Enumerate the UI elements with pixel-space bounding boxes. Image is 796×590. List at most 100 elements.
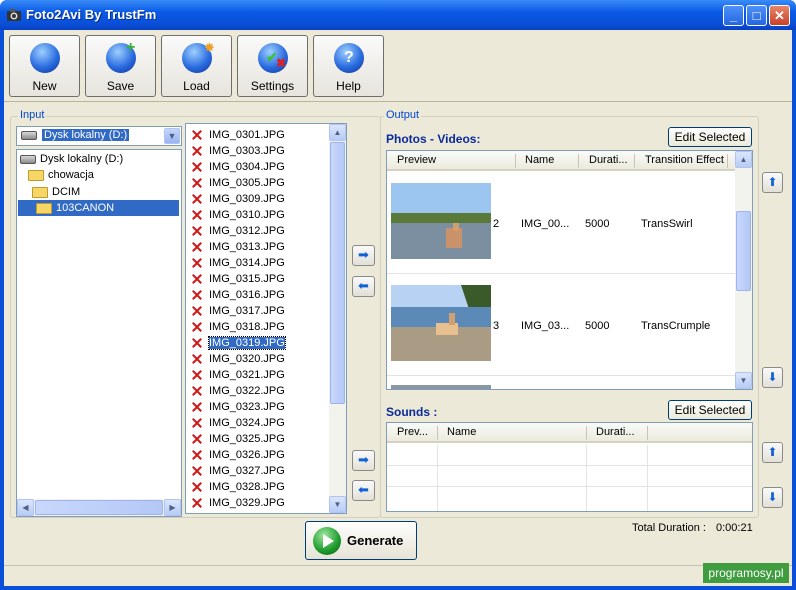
file-item[interactable]: IMG_0312.JPG <box>190 223 285 239</box>
window-title: Foto2Avi By TrustFm <box>26 7 157 22</box>
col-transition[interactable]: Transition Effect <box>645 154 724 166</box>
total-duration-label: Total Duration : <box>632 522 706 534</box>
add-photo-button[interactable]: ➡ <box>352 245 375 266</box>
generate-button[interactable]: Generate <box>305 521 417 560</box>
tree-item-drive[interactable]: Dysk lokalny (D:) <box>20 151 123 167</box>
file-item[interactable]: IMG_0309.JPG <box>190 191 285 207</box>
load-button[interactable]: ✸ Load <box>161 35 232 97</box>
file-item[interactable]: IMG_0320.JPG <box>190 351 285 367</box>
save-button[interactable]: + Save <box>85 35 156 97</box>
file-item[interactable]: IMG_0318.JPG <box>190 319 285 335</box>
remove-sound-button[interactable]: ⬅ <box>352 480 375 501</box>
folder-open-icon <box>36 202 52 214</box>
move-sound-up-button[interactable]: ⬆ <box>762 442 783 463</box>
file-name: IMG_0313.JPG <box>209 241 285 253</box>
file-name: IMG_0314.JPG <box>209 257 285 269</box>
file-list[interactable]: IMG_0301.JPG IMG_0303.JPG IMG_0304.JPG IMG_… <box>185 123 347 514</box>
chevron-down-icon[interactable]: ▼ <box>164 128 180 144</box>
col-duration[interactable]: Durati... <box>596 426 635 438</box>
photo-row[interactable]: 2 IMG_00... 5000 TransSwirl <box>387 173 735 274</box>
edit-selected-photos-button[interactable]: Edit Selected <box>668 127 752 147</box>
file-item[interactable]: IMG_0314.JPG <box>190 255 285 271</box>
remove-photo-button[interactable]: ⬅ <box>352 276 375 297</box>
drive-select[interactable]: Dysk lokalny (D:) ▼ <box>16 126 182 146</box>
tree-item-dcim[interactable]: DCIM <box>32 184 80 200</box>
file-item[interactable]: IMG_0323.JPG <box>190 399 285 415</box>
file-name: IMG_0309.JPG <box>209 193 285 205</box>
maximize-button[interactable]: □ <box>746 5 767 26</box>
scroll-thumb[interactable] <box>330 142 345 404</box>
edit-selected-sounds-button[interactable]: Edit Selected <box>668 400 752 420</box>
col-preview[interactable]: Preview <box>397 154 436 166</box>
photo-row[interactable]: 3 IMG_03... 5000 TransCrumple <box>387 275 735 376</box>
image-file-icon <box>190 400 204 414</box>
file-item[interactable]: IMG_0327.JPG <box>190 463 285 479</box>
new-button[interactable]: New <box>9 35 80 97</box>
move-photo-down-button[interactable]: ⬇ <box>762 367 783 388</box>
scroll-down-icon[interactable]: ▼ <box>735 372 752 389</box>
file-item[interactable]: IMG_0304.JPG <box>190 159 285 175</box>
file-item[interactable]: IMG_0322.JPG <box>190 383 285 399</box>
file-list-scrollbar[interactable]: ▲ ▼ <box>329 124 346 513</box>
folder-tree[interactable]: Dysk lokalny (D:) chowacja DCIM 103CANON… <box>16 149 182 517</box>
photos-grid[interactable]: Preview Name Durati... Transition Effect… <box>386 150 753 390</box>
move-photo-up-button[interactable]: ⬆ <box>762 172 783 193</box>
minimize-button[interactable]: _ <box>723 5 744 26</box>
col-separator <box>634 154 635 168</box>
col-separator <box>727 154 728 168</box>
col-divider <box>437 445 438 511</box>
file-name: IMG_0328.JPG <box>209 481 285 493</box>
file-name: IMG_0319.JPG <box>208 336 286 350</box>
file-item[interactable]: IMG_0325.JPG <box>190 431 285 447</box>
arrow-left-icon: ⬅ <box>358 278 369 293</box>
photo-name: IMG_03... <box>521 320 570 332</box>
col-name[interactable]: Name <box>525 154 554 166</box>
col-preview[interactable]: Prev... <box>397 426 428 438</box>
file-item[interactable]: IMG_0317.JPG <box>190 303 285 319</box>
file-item[interactable]: IMG_0316.JPG <box>190 287 285 303</box>
tree-horizontal-scrollbar[interactable]: ◀ ▶ <box>17 499 181 516</box>
tree-item-103canon[interactable]: 103CANON <box>18 200 179 216</box>
file-name: IMG_0320.JPG <box>209 353 285 365</box>
title-bar[interactable]: Foto2Avi By TrustFm _ □ ✕ <box>0 0 796 30</box>
tree-item-chowacja[interactable]: chowacja <box>28 167 94 183</box>
file-name: IMG_0310.JPG <box>209 209 285 221</box>
file-item[interactable]: IMG_0315.JPG <box>190 271 285 287</box>
col-name[interactable]: Name <box>447 426 476 438</box>
scroll-thumb[interactable] <box>736 211 751 291</box>
sounds-grid[interactable]: Prev... Name Durati... <box>386 422 753 512</box>
file-item[interactable]: IMG_0328.JPG <box>190 479 285 495</box>
scroll-up-icon[interactable]: ▲ <box>329 124 346 141</box>
file-name: IMG_0318.JPG <box>209 321 285 333</box>
file-item[interactable]: IMG_0329.JPG <box>190 495 285 511</box>
image-file-icon <box>190 128 204 142</box>
file-item[interactable]: IMG_0310.JPG <box>190 207 285 223</box>
file-item[interactable]: IMG_0326.JPG <box>190 447 285 463</box>
scroll-left-icon[interactable]: ◀ <box>17 499 34 516</box>
image-file-icon <box>190 288 204 302</box>
drive-icon <box>20 154 36 164</box>
file-item[interactable]: IMG_0319.JPG <box>190 335 286 351</box>
move-sound-down-button[interactable]: ⬇ <box>762 487 783 508</box>
col-duration[interactable]: Durati... <box>589 154 628 166</box>
status-bar <box>4 565 792 586</box>
scroll-down-icon[interactable]: ▼ <box>329 496 346 513</box>
file-item[interactable]: IMG_0321.JPG <box>190 367 285 383</box>
settings-button[interactable]: ✔ ✖ Settings <box>237 35 308 97</box>
star-icon: ✸ <box>204 40 215 55</box>
file-item[interactable]: IMG_0305.JPG <box>190 175 285 191</box>
col-separator <box>437 426 438 440</box>
scroll-thumb[interactable] <box>35 500 163 515</box>
file-item[interactable]: IMG_0313.JPG <box>190 239 285 255</box>
help-button[interactable]: ? Help <box>313 35 384 97</box>
photos-videos-label: Photos - Videos: <box>386 132 481 146</box>
scroll-right-icon[interactable]: ▶ <box>164 499 181 516</box>
scroll-up-icon[interactable]: ▲ <box>735 151 752 168</box>
close-button[interactable]: ✕ <box>769 5 790 26</box>
file-item[interactable]: IMG_0303.JPG <box>190 143 285 159</box>
add-sound-button[interactable]: ➡ <box>352 450 375 471</box>
file-item[interactable]: IMG_0324.JPG <box>190 415 285 431</box>
photos-scrollbar[interactable]: ▲ ▼ <box>735 151 752 389</box>
image-file-icon <box>190 304 204 318</box>
file-item[interactable]: IMG_0301.JPG <box>190 127 285 143</box>
